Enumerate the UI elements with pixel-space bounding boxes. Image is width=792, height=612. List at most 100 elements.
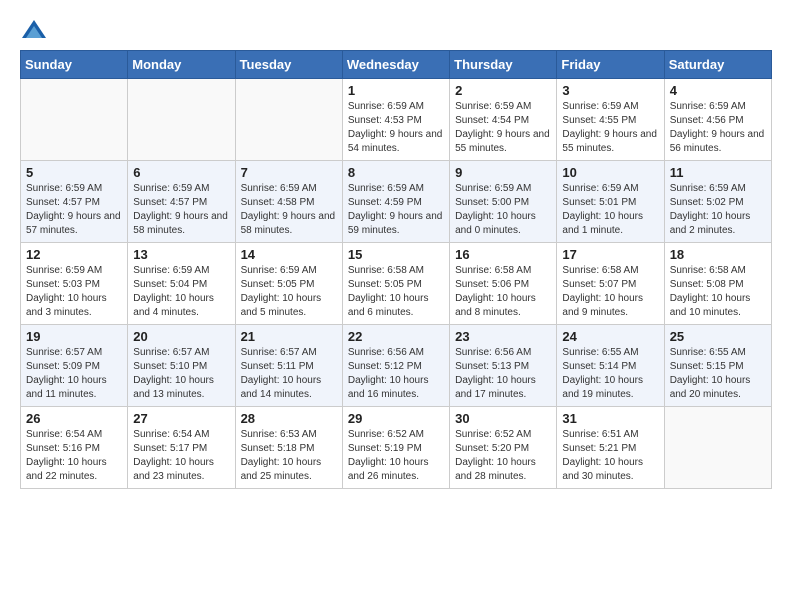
day-number: 12 [26,247,122,262]
day-info: Sunrise: 6:59 AM Sunset: 5:03 PM Dayligh… [26,264,122,320]
day-number: 17 [562,247,658,262]
calendar-cell: 27 Sunrise: 6:54 AM Sunset: 5:17 PM Dayli… [128,407,235,489]
day-number: 24 [562,329,658,344]
day-number: 21 [241,329,337,344]
calendar-cell: 6Sunrise: 6:59 AM Sunset: 4:57 PM Daylig… [128,161,235,243]
day-number: 28 [241,411,337,426]
weekday-header-tuesday: Tuesday [235,51,342,79]
calendar-cell: 20 Sunrise: 6:57 AM Sunset: 5:10 PM Dayli… [128,325,235,407]
calendar-cell: 24 Sunrise: 6:55 AM Sunset: 5:14 PM Dayli… [557,325,664,407]
day-info: Sunrise: 6:58 AM Sunset: 5:06 PM Dayligh… [455,264,551,320]
calendar-week-4: 19 Sunrise: 6:57 AM Sunset: 5:09 PM Dayli… [21,325,772,407]
day-info: Sunrise: 6:58 AM Sunset: 5:07 PM Dayligh… [562,264,658,320]
calendar-cell: 22 Sunrise: 6:56 AM Sunset: 5:12 PM Dayli… [342,325,449,407]
day-number: 4 [670,83,766,98]
calendar-cell: 21 Sunrise: 6:57 AM Sunset: 5:11 PM Dayli… [235,325,342,407]
day-info: Sunrise: 6:59 AM Sunset: 4:59 PM Dayligh… [348,182,444,238]
day-info: Sunrise: 6:55 AM Sunset: 5:15 PM Dayligh… [670,346,766,402]
calendar-cell: 19 Sunrise: 6:57 AM Sunset: 5:09 PM Dayli… [21,325,128,407]
day-number: 5 [26,165,122,180]
day-info: Sunrise: 6:59 AM Sunset: 4:57 PM Dayligh… [133,182,229,238]
day-info: Sunrise: 6:52 AM Sunset: 5:19 PM Dayligh… [348,428,444,484]
day-info: Sunrise: 6:58 AM Sunset: 5:08 PM Dayligh… [670,264,766,320]
day-number: 20 [133,329,229,344]
calendar-cell: 13Sunrise: 6:59 AM Sunset: 5:04 PM Dayli… [128,243,235,325]
day-info: Sunrise: 6:58 AM Sunset: 5:05 PM Dayligh… [348,264,444,320]
calendar-cell: 16 Sunrise: 6:58 AM Sunset: 5:06 PM Dayli… [450,243,557,325]
day-info: Sunrise: 6:59 AM Sunset: 4:56 PM Dayligh… [670,100,766,156]
calendar-cell: 1 Sunrise: 6:59 AM Sunset: 4:53 PM Daylig… [342,79,449,161]
calendar-week-2: 5 Sunrise: 6:59 AM Sunset: 4:57 PM Daylig… [21,161,772,243]
calendar-cell: 3 Sunrise: 6:59 AM Sunset: 4:55 PM Daylig… [557,79,664,161]
calendar-cell: 23 Sunrise: 6:56 AM Sunset: 5:13 PM Dayli… [450,325,557,407]
day-number: 25 [670,329,766,344]
day-number: 2 [455,83,551,98]
day-number: 23 [455,329,551,344]
weekday-header-saturday: Saturday [664,51,771,79]
day-info: Sunrise: 6:59 AM Sunset: 4:55 PM Dayligh… [562,100,658,156]
day-info: Sunrise: 6:59 AM Sunset: 4:57 PM Dayligh… [26,182,122,238]
day-info: Sunrise: 6:59 AM Sunset: 4:58 PM Dayligh… [241,182,337,238]
calendar-cell: 17 Sunrise: 6:58 AM Sunset: 5:07 PM Dayli… [557,243,664,325]
day-number: 27 [133,411,229,426]
day-number: 15 [348,247,444,262]
logo-icon [22,20,46,38]
day-info: Sunrise: 6:59 AM Sunset: 5:02 PM Dayligh… [670,182,766,238]
header [20,20,772,38]
calendar-week-3: 12 Sunrise: 6:59 AM Sunset: 5:03 PM Dayli… [21,243,772,325]
day-info: Sunrise: 6:57 AM Sunset: 5:09 PM Dayligh… [26,346,122,402]
day-number: 18 [670,247,766,262]
calendar-cell: 12 Sunrise: 6:59 AM Sunset: 5:03 PM Dayli… [21,243,128,325]
calendar-cell: 26 Sunrise: 6:54 AM Sunset: 5:16 PM Dayli… [21,407,128,489]
calendar-cell: 29 Sunrise: 6:52 AM Sunset: 5:19 PM Dayli… [342,407,449,489]
day-info: Sunrise: 6:59 AM Sunset: 5:05 PM Dayligh… [241,264,337,320]
calendar-week-1: 1 Sunrise: 6:59 AM Sunset: 4:53 PM Daylig… [21,79,772,161]
day-number: 14 [241,247,337,262]
day-number: 16 [455,247,551,262]
calendar-cell: 31Sunrise: 6:51 AM Sunset: 5:21 PM Dayli… [557,407,664,489]
logo [20,20,46,38]
day-info: Sunrise: 6:51 AM Sunset: 5:21 PM Dayligh… [562,428,658,484]
day-info: Sunrise: 6:57 AM Sunset: 5:10 PM Dayligh… [133,346,229,402]
day-info: Sunrise: 6:54 AM Sunset: 5:17 PM Dayligh… [133,428,229,484]
calendar-cell [21,79,128,161]
day-info: Sunrise: 6:59 AM Sunset: 5:01 PM Dayligh… [562,182,658,238]
day-info: Sunrise: 6:53 AM Sunset: 5:18 PM Dayligh… [241,428,337,484]
day-info: Sunrise: 6:59 AM Sunset: 4:54 PM Dayligh… [455,100,551,156]
day-number: 7 [241,165,337,180]
day-number: 8 [348,165,444,180]
calendar-cell: 30Sunrise: 6:52 AM Sunset: 5:20 PM Dayli… [450,407,557,489]
day-number: 30 [455,411,551,426]
day-number: 26 [26,411,122,426]
weekday-header-wednesday: Wednesday [342,51,449,79]
day-number: 10 [562,165,658,180]
calendar-week-5: 26 Sunrise: 6:54 AM Sunset: 5:16 PM Dayli… [21,407,772,489]
day-info: Sunrise: 6:54 AM Sunset: 5:16 PM Dayligh… [26,428,122,484]
weekday-header-thursday: Thursday [450,51,557,79]
calendar-cell: 18 Sunrise: 6:58 AM Sunset: 5:08 PM Dayli… [664,243,771,325]
calendar-cell [235,79,342,161]
weekday-header-row: SundayMondayTuesdayWednesdayThursdayFrid… [21,51,772,79]
day-info: Sunrise: 6:56 AM Sunset: 5:12 PM Dayligh… [348,346,444,402]
calendar-cell: 2 Sunrise: 6:59 AM Sunset: 4:54 PM Daylig… [450,79,557,161]
calendar-cell: 10 Sunrise: 6:59 AM Sunset: 5:01 PM Dayli… [557,161,664,243]
day-info: Sunrise: 6:56 AM Sunset: 5:13 PM Dayligh… [455,346,551,402]
day-number: 22 [348,329,444,344]
day-info: Sunrise: 6:55 AM Sunset: 5:14 PM Dayligh… [562,346,658,402]
calendar-cell: 9Sunrise: 6:59 AM Sunset: 5:00 PM Daylig… [450,161,557,243]
calendar-cell: 7 Sunrise: 6:59 AM Sunset: 4:58 PM Daylig… [235,161,342,243]
day-info: Sunrise: 6:59 AM Sunset: 5:04 PM Dayligh… [133,264,229,320]
day-number: 3 [562,83,658,98]
day-info: Sunrise: 6:57 AM Sunset: 5:11 PM Dayligh… [241,346,337,402]
calendar-cell: 14 Sunrise: 6:59 AM Sunset: 5:05 PM Dayli… [235,243,342,325]
calendar-cell: 11Sunrise: 6:59 AM Sunset: 5:02 PM Dayli… [664,161,771,243]
weekday-header-friday: Friday [557,51,664,79]
calendar-cell: 4 Sunrise: 6:59 AM Sunset: 4:56 PM Daylig… [664,79,771,161]
calendar-cell [128,79,235,161]
calendar: SundayMondayTuesdayWednesdayThursdayFrid… [20,50,772,489]
day-number: 19 [26,329,122,344]
calendar-cell: 8 Sunrise: 6:59 AM Sunset: 4:59 PM Daylig… [342,161,449,243]
day-number: 29 [348,411,444,426]
day-info: Sunrise: 6:59 AM Sunset: 4:53 PM Dayligh… [348,100,444,156]
day-number: 1 [348,83,444,98]
